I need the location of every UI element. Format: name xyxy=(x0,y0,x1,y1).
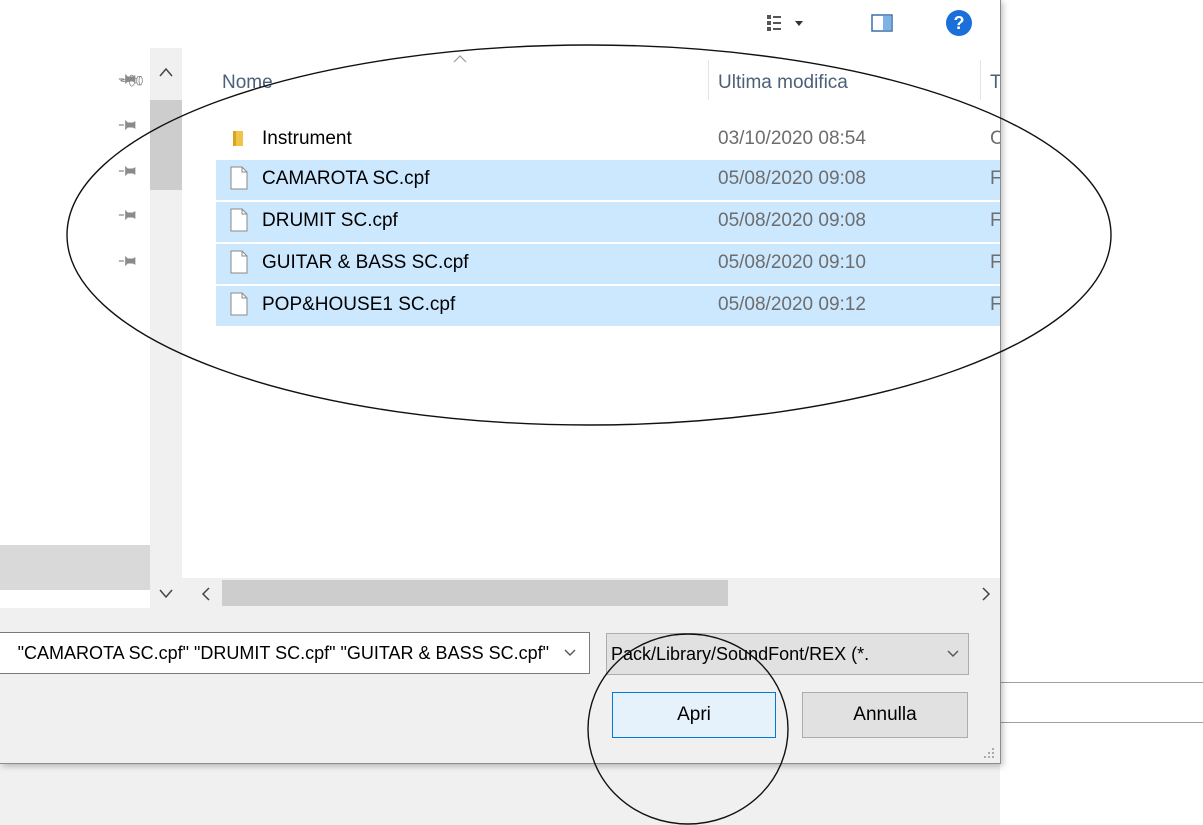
cancel-button[interactable]: Annulla xyxy=(802,692,968,738)
chevron-right-icon[interactable] xyxy=(980,586,992,602)
dialog-toolbar: ? xyxy=(0,0,1000,48)
chevron-down-icon[interactable] xyxy=(158,588,174,600)
filetype-value: Pack/Library/SoundFont/REX (*. xyxy=(611,644,870,664)
file-icon xyxy=(230,292,248,316)
chevron-down-icon[interactable] xyxy=(563,647,577,659)
file-modified: 05/08/2020 09:12 xyxy=(718,294,866,315)
horizontal-scrollbar-thumb[interactable] xyxy=(222,580,728,606)
chevron-down-icon[interactable] xyxy=(946,648,960,660)
column-divider[interactable] xyxy=(708,60,709,100)
file-icon xyxy=(230,250,248,274)
file-type: F xyxy=(990,210,1000,231)
preview-pane-button[interactable] xyxy=(864,8,900,38)
sort-ascending-icon xyxy=(453,55,467,63)
background-divider xyxy=(1000,722,1203,723)
nav-scrollbar-thumb[interactable] xyxy=(150,100,182,190)
view-options-button[interactable] xyxy=(762,8,812,38)
file-name: POP&HOUSE1 SC.cpf xyxy=(262,294,456,315)
help-glyph: ? xyxy=(953,13,965,33)
folder-icon xyxy=(233,131,243,146)
column-divider[interactable] xyxy=(980,60,981,100)
open-button[interactable]: Apri xyxy=(612,692,776,738)
file-modified: 03/10/2020 08:54 xyxy=(718,128,866,149)
file-icon xyxy=(230,208,248,232)
nav-selected-item[interactable] xyxy=(0,545,150,590)
file-icon xyxy=(230,166,248,190)
preview-pane-icon xyxy=(871,14,893,32)
file-list: Nome Ultima modifica T Instrument 03/10/… xyxy=(182,48,1000,578)
resize-grip-icon[interactable] xyxy=(982,746,996,760)
chevron-left-icon[interactable] xyxy=(200,586,212,602)
file-type: F xyxy=(990,294,1000,315)
filetype-dropdown-area[interactable] xyxy=(938,634,968,674)
file-row[interactable]: CAMAROTA SC.cpf 05/08/2020 09:08 F xyxy=(216,160,1000,200)
file-row-folder[interactable]: Instrument 03/10/2020 08:54 C xyxy=(216,120,1000,160)
file-modified: 05/08/2020 09:08 xyxy=(718,210,866,231)
file-name: Instrument xyxy=(262,128,352,149)
view-options-icon xyxy=(767,15,803,31)
file-modified: 05/08/2020 09:10 xyxy=(718,252,866,273)
file-type: F xyxy=(990,168,1000,189)
file-name: CAMAROTA SC.cpf xyxy=(262,168,430,189)
file-type: C xyxy=(990,128,1000,149)
file-name: DRUMIT SC.cpf xyxy=(262,210,398,231)
file-row[interactable]: DRUMIT SC.cpf 05/08/2020 09:08 F xyxy=(216,202,1000,242)
help-button[interactable]: ? xyxy=(944,8,974,38)
column-header-type[interactable]: T xyxy=(990,72,1000,94)
filetype-select[interactable]: Pack/Library/SoundFont/REX (*. xyxy=(606,633,969,675)
file-name: GUITAR & BASS SC.cpf xyxy=(262,252,469,273)
file-type: F xyxy=(990,252,1000,273)
file-modified: 05/08/2020 09:08 xyxy=(718,168,866,189)
filename-value: "CAMAROTA SC.cpf" "DRUMIT SC.cpf" "GUITA… xyxy=(17,643,549,663)
column-header-modified[interactable]: Ultima modifica xyxy=(718,72,848,94)
file-row[interactable]: GUITAR & BASS SC.cpf 05/08/2020 09:10 F xyxy=(216,244,1000,284)
column-header-name[interactable]: Nome xyxy=(222,72,273,94)
background-window xyxy=(1000,0,1203,825)
chevron-up-icon[interactable] xyxy=(158,66,174,78)
filename-input[interactable]: "CAMAROTA SC.cpf" "DRUMIT SC.cpf" "GUITA… xyxy=(0,632,590,674)
open-file-dialog: ? 📌︎ Nome Ultima modifica T Instrument 0… xyxy=(0,0,1001,764)
background-divider xyxy=(1000,682,1203,683)
file-row[interactable]: POP&HOUSE1 SC.cpf 05/08/2020 09:12 F xyxy=(216,286,1000,326)
